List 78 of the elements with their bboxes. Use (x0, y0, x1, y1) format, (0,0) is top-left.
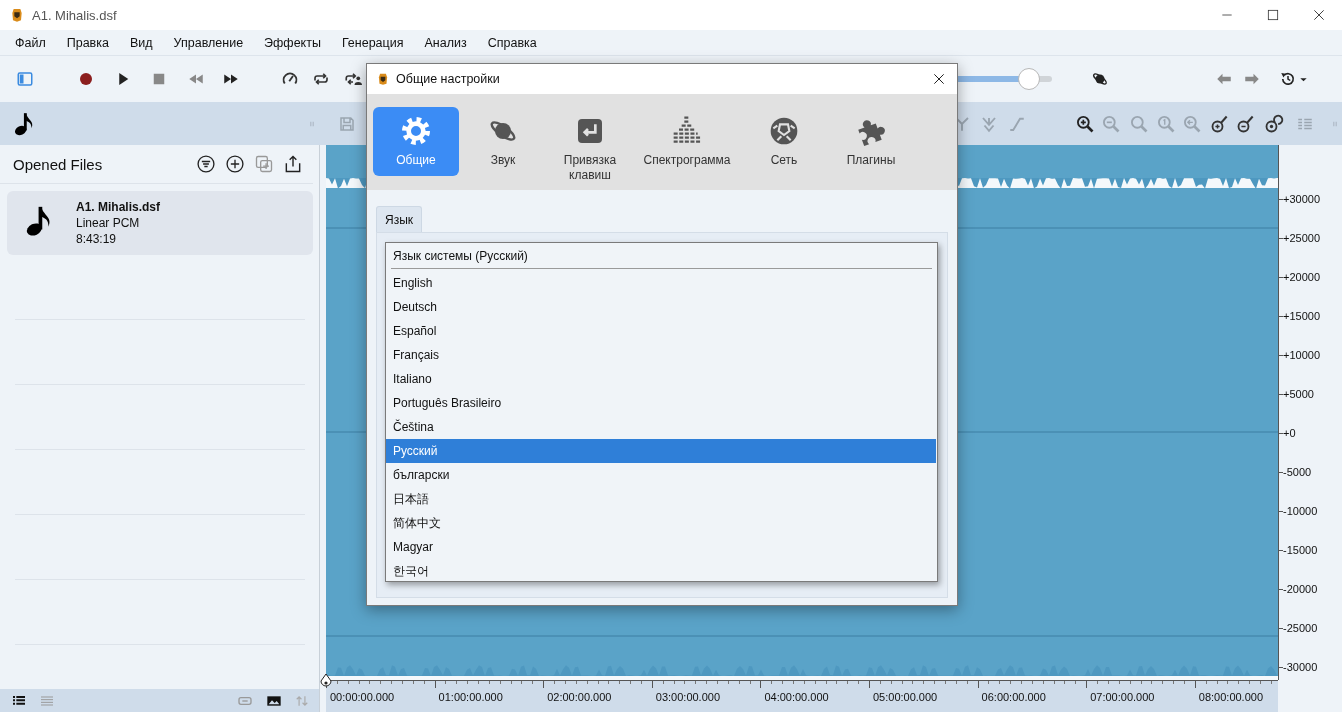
menu-item[interactable]: Правка (66, 35, 109, 50)
time-label: 05:00:00.000 (873, 691, 938, 703)
panel-title: Opened Files (13, 155, 104, 173)
dropdown-option[interactable]: Язык системы (Русский) (386, 244, 937, 268)
time-label: 08:00:00.000 (1198, 691, 1264, 703)
time-label: 06:00:00.000 (981, 691, 1046, 703)
settings-tab[interactable]: Звук (460, 107, 546, 176)
dropdown-option[interactable]: 简体中文 (386, 511, 936, 535)
menu-item[interactable]: Файл (15, 35, 46, 50)
playhead-icon[interactable] (320, 673, 332, 689)
time-label: 00:00:00.000 (330, 691, 395, 703)
file-name: A1. Mihalis.dsf (76, 199, 161, 215)
section-tab[interactable]: Язык (376, 206, 423, 232)
time-label: 04:00:00.000 (764, 691, 829, 703)
dialog-title: Общие настройки (396, 72, 501, 86)
image-icon[interactable] (266, 693, 282, 709)
settings-tab[interactable]: Спектрограмма (634, 107, 740, 176)
duplicate-icon[interactable] (254, 154, 274, 174)
time-label: 01:00:00.000 (438, 691, 503, 703)
dropdown-option[interactable]: 한국어 (386, 559, 936, 583)
dropdown-option[interactable]: Čeština (386, 415, 936, 439)
axis-label: -10000 (1283, 505, 1318, 517)
close-icon[interactable] (1311, 7, 1327, 23)
axis-label: -25000 (1283, 622, 1318, 634)
ball-icon (768, 115, 800, 147)
sidebar-toggle-icon[interactable] (16, 70, 34, 88)
axis-label: -30000 (1283, 661, 1318, 673)
axis-label: -20000 (1283, 583, 1318, 595)
dropdown-option[interactable]: 日本語 (386, 487, 936, 511)
axis-label: +25000 (1283, 232, 1320, 244)
axis-label: -5000 (1283, 466, 1312, 478)
menu-item[interactable]: Генерация (341, 35, 404, 50)
menu-item[interactable]: Вид (129, 35, 153, 50)
axis-label: +5000 (1283, 388, 1314, 400)
close-icon[interactable] (931, 71, 947, 87)
file-item[interactable]: A1. Mihalis.dsf Linear PCM 8:43:19 (7, 191, 313, 255)
dropdown-option[interactable]: Português Brasileiro (386, 391, 936, 415)
menu-item[interactable]: Эффекты (264, 35, 321, 50)
filter-icon[interactable] (196, 154, 216, 174)
axis-label: +0 (1283, 427, 1296, 439)
maximize-icon[interactable] (1265, 7, 1281, 23)
settings-tab[interactable]: Плагины (828, 107, 914, 176)
add-icon[interactable] (225, 154, 245, 174)
planet-icon[interactable] (1091, 70, 1109, 88)
dropdown-option[interactable]: Русский (386, 439, 936, 463)
key-minus-icon[interactable] (1236, 113, 1256, 134)
axis-label: +10000 (1283, 349, 1320, 361)
settings-tab[interactable]: Сеть (741, 107, 827, 176)
app-logo-icon (376, 72, 390, 86)
history-icon[interactable] (1279, 70, 1297, 88)
file-duration: 8:43:19 (76, 231, 118, 247)
record-icon[interactable] (77, 70, 95, 88)
window-title: A1. Mihalis.dsf (32, 7, 117, 23)
dropdown-option[interactable]: Italiano (386, 367, 936, 391)
menu-item[interactable]: Анализ (424, 35, 467, 50)
dropdown-option[interactable]: Deutsch (386, 295, 936, 319)
menu-item[interactable]: Справка (487, 35, 537, 50)
gear-icon (400, 115, 432, 147)
zoom-in-icon[interactable] (1075, 113, 1095, 134)
time-label: 07:00:00.000 (1090, 691, 1155, 703)
menu-item[interactable]: Управление (173, 35, 244, 50)
dropdown-option[interactable]: English (386, 271, 936, 295)
key-ring-icon[interactable] (1264, 113, 1284, 134)
loop-user-icon[interactable] (344, 70, 362, 88)
app-logo-icon (9, 7, 25, 23)
dropdown-option[interactable]: Español (386, 319, 936, 343)
time-label: 02:00:00.000 (547, 691, 612, 703)
dropdown-option[interactable]: Français (386, 343, 936, 367)
axis-label: +15000 (1283, 310, 1320, 322)
time-label: 03:00:00.000 (655, 691, 721, 703)
axis-label: -15000 (1283, 544, 1318, 556)
dropdown-option[interactable]: български (386, 463, 936, 487)
share-icon[interactable] (283, 154, 303, 174)
axis-label: +30000 (1283, 193, 1320, 205)
axis-label: +20000 (1283, 271, 1320, 283)
dropdown-option[interactable]: Magyar (386, 535, 936, 559)
file-format: Linear PCM (76, 215, 141, 231)
key-plus-icon[interactable] (1210, 113, 1230, 134)
